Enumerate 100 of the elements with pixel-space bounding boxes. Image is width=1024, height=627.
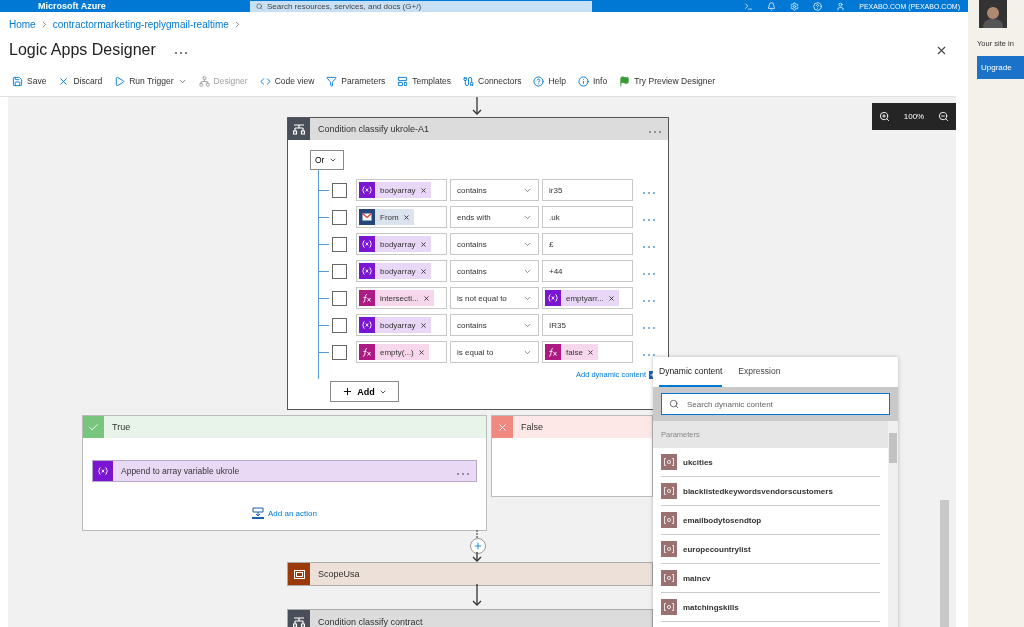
operator-dropdown[interactable]: contains (450, 179, 539, 201)
token-chip[interactable]: empty(...) (359, 344, 429, 360)
remove-icon[interactable] (403, 214, 409, 220)
connector-icon (463, 75, 474, 87)
step-card[interactable]: ScopeUsa (287, 562, 653, 586)
zoom-out-icon[interactable] (938, 111, 950, 122)
toolbar-button[interactable]: Info (577, 75, 608, 87)
row-checkbox[interactable] (332, 344, 347, 360)
remove-icon[interactable] (420, 322, 426, 328)
code-icon (259, 75, 271, 87)
zoom-in-icon[interactable] (878, 111, 890, 122)
remove-icon[interactable] (587, 349, 593, 355)
operand-field[interactable]: bodyarray (356, 314, 447, 336)
breadcrumb-link[interactable]: contractormarketing-replygmail-realtime (52, 19, 229, 30)
value-field[interactable]: ir35 (542, 179, 633, 201)
toolbar-button[interactable]: Run Trigger (114, 75, 187, 87)
value-field[interactable]: +44 (542, 260, 633, 282)
operand-field[interactable]: bodyarray (356, 233, 447, 255)
toolbar-button[interactable]: Save (12, 75, 47, 87)
token-chip[interactable]: From (359, 209, 414, 225)
toolbar-button[interactable]: Parameters (326, 75, 386, 87)
remove-icon[interactable] (420, 187, 426, 193)
token-chip[interactable]: intersecti... (359, 290, 434, 306)
row-checkbox[interactable] (332, 209, 347, 225)
search-field[interactable]: Search resources, services, and docs (G+/) (250, 0, 592, 12)
search-field[interactable]: Search dynamic content (661, 393, 890, 415)
operator-dropdown[interactable]: is not equal to (450, 287, 539, 309)
parameter-item[interactable]: maincv (661, 564, 880, 593)
operator-dropdown[interactable]: contains (450, 314, 539, 336)
user-icon[interactable] (836, 1, 846, 11)
arrow-icon (472, 584, 482, 606)
remove-icon[interactable] (420, 241, 426, 247)
row-checkbox[interactable] (332, 236, 347, 252)
breadcrumb-link[interactable]: Home (9, 19, 36, 30)
token-chip[interactable]: bodyarray (359, 263, 431, 279)
save-icon (12, 75, 23, 87)
variable-icon (545, 290, 561, 306)
condition-icon (293, 123, 305, 135)
add-action-link[interactable]: Add an action (83, 507, 486, 519)
settings-icon[interactable] (790, 1, 800, 11)
parameter-item[interactable]: emailbodytosendtop (661, 506, 880, 535)
toolbar-button[interactable]: Templates (397, 75, 451, 87)
parameter-icon (661, 541, 677, 557)
remove-icon[interactable] (608, 295, 614, 301)
remove-icon[interactable] (420, 268, 426, 274)
row-checkbox[interactable] (332, 290, 347, 306)
toolbar-button[interactable]: Try Preview Designer (619, 75, 716, 87)
action-card[interactable]: Append to array variable ukrole (92, 460, 477, 482)
mail-icon (359, 209, 375, 225)
operand-field[interactable]: empty(...) (356, 341, 447, 363)
operand-field[interactable]: bodyarray (356, 179, 447, 201)
page-title: Logic Apps Designer (9, 41, 156, 59)
value-field[interactable]: IR35 (542, 314, 633, 336)
avatar[interactable] (979, 0, 1007, 28)
toolbar-button[interactable]: Code view (259, 75, 315, 87)
connector-line (476, 530, 478, 538)
operator-dropdown[interactable]: contains (450, 233, 539, 255)
operand-field[interactable]: intersecti... (356, 287, 447, 309)
operator-dropdown[interactable]: is equal to (450, 341, 539, 363)
operator-dropdown[interactable]: ends with (450, 206, 539, 228)
parameter-item[interactable]: ukcities (661, 448, 880, 477)
operand-field[interactable]: emptyarr... (542, 287, 633, 309)
row-checkbox[interactable] (332, 263, 347, 279)
toolbar-button[interactable]: Connectors (463, 75, 522, 87)
operand-field[interactable]: false (542, 341, 633, 363)
parameter-item[interactable]: matchingskills (661, 593, 880, 622)
token-chip[interactable]: false (545, 344, 598, 360)
scrollbar[interactable] (940, 500, 949, 627)
token-chip[interactable]: bodyarray (359, 236, 431, 252)
parameter-item[interactable]: europecountrylist (661, 535, 880, 564)
operand-field[interactable]: From (356, 206, 447, 228)
add-button[interactable]: Add (330, 381, 399, 402)
insert-step-button[interactable] (470, 538, 486, 554)
remove-icon[interactable] (423, 295, 429, 301)
parameter-item[interactable]: blacklistedkeywordsvendorscustomers (661, 477, 880, 506)
operator-dropdown[interactable]: contains (450, 260, 539, 282)
bell-icon[interactable] (767, 1, 777, 11)
remove-icon[interactable] (418, 349, 424, 355)
token-chip[interactable]: emptyarr... (545, 290, 619, 306)
token-chip[interactable]: bodyarray (359, 317, 431, 333)
arrow-icon (472, 97, 482, 115)
operand-field[interactable]: bodyarray (356, 260, 447, 282)
more-icon[interactable] (173, 51, 188, 55)
parameter-icon (661, 570, 677, 586)
upgrade-button[interactable]: Upgrade (977, 56, 1024, 79)
value-field[interactable]: £ (542, 233, 633, 255)
scrollbar-thumb[interactable] (889, 433, 897, 463)
step-card[interactable]: Condition classify contract (287, 609, 653, 627)
close-icon (497, 421, 508, 433)
operator-dropdown[interactable]: Or (310, 150, 344, 170)
arrow-icon (472, 552, 482, 562)
help-icon[interactable] (813, 1, 823, 11)
panel-tab[interactable]: Expression (738, 357, 781, 387)
row-checkbox[interactable] (332, 317, 347, 333)
toolbar-button[interactable]: Discard (58, 75, 103, 87)
value-field[interactable]: .uk (542, 206, 633, 228)
token-chip[interactable]: bodyarray (359, 182, 431, 198)
row-checkbox[interactable] (332, 182, 347, 198)
toolbar-button[interactable]: Help (533, 75, 566, 87)
caret-icon (329, 156, 338, 164)
